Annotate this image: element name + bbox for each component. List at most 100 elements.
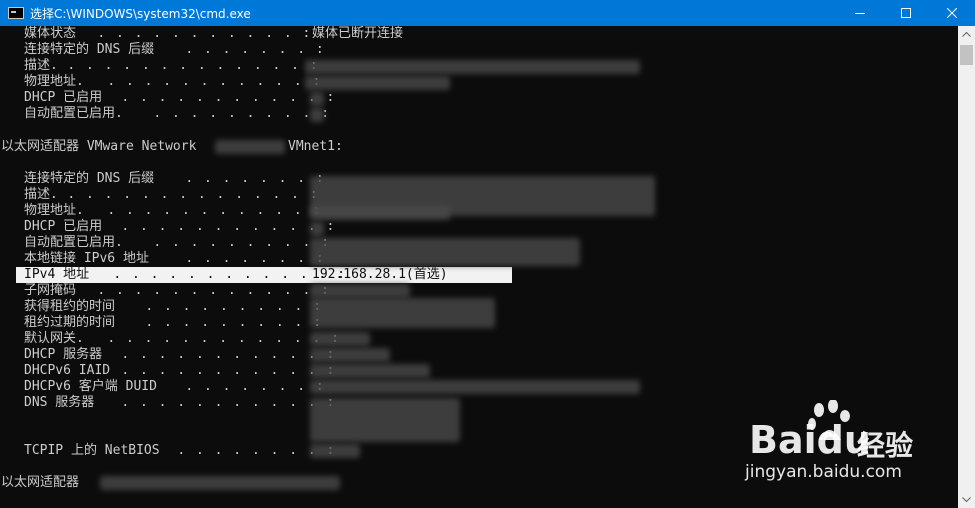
field-label: 本地链接 IPv6 地址 <box>24 251 149 266</box>
field-label: DHCPv6 客户端 DUID <box>24 379 157 394</box>
cmd-icon <box>8 7 24 19</box>
minimize-button[interactable] <box>837 0 883 26</box>
redacted-ipv6 <box>310 238 580 266</box>
console-line: 描述. . . . . . . . . . . . . . : <box>0 58 318 74</box>
redacted-netbios <box>310 444 360 458</box>
field-dots: . . . . . . . : <box>176 171 326 186</box>
field-dots: . . . . . . . . . . . . : <box>88 283 331 298</box>
window-controls <box>837 0 975 26</box>
scroll-thumb[interactable] <box>960 45 973 65</box>
watermark-url: jingyan.baidu.com <box>745 462 902 482</box>
chevron-up-icon <box>962 32 971 37</box>
console-line: DHCP 已启用 . . . . . . . . . . . : <box>0 90 334 106</box>
console-line: 默认网关. . . . . . . . . . . . . : <box>0 331 339 347</box>
redacted-dhcp-server <box>310 348 390 362</box>
field-dots: . . . . . . . . . . . . . : <box>58 58 320 73</box>
field-dots: . . . . . . . . . : <box>136 299 323 314</box>
field-label: DHCP 已启用 <box>24 219 103 234</box>
console-line: 租约过期的时间 . . . . . . . . . : <box>0 315 321 331</box>
adapter-header-text: 以太网适配器 <box>1 475 80 490</box>
redacted-mac <box>305 76 450 90</box>
console-line: 子网掩码 . . . . . . . . . . . . : <box>0 283 329 299</box>
field-dots: . . . . . . . . . . . . . : <box>58 187 320 202</box>
field-dots: . . . . . . . : <box>176 42 326 57</box>
field-dots: . . . . . . . . . : <box>144 235 331 250</box>
redacted-adapter-name <box>215 140 285 154</box>
field-label: 自动配置已启用. <box>24 235 123 250</box>
field-dots: . . . . . . . . . : <box>136 315 323 330</box>
adapter-header-tail: VMnet1: <box>288 139 343 154</box>
console-line: 连接特定的 DNS 后缀 . . . . . . . : <box>0 42 324 58</box>
console-line: 物理地址. . . . . . . . . . . . : <box>0 203 320 219</box>
maximize-icon <box>901 8 911 18</box>
field-label: 连接特定的 DNS 后缀 <box>24 42 155 57</box>
title-bar[interactable]: 选择C:\WINDOWS\system32\cmd.exe <box>0 0 975 26</box>
ipv4-label: IPv4 地址 <box>24 267 90 282</box>
close-icon <box>947 8 957 18</box>
ipv4-dots: . . . . . . . . . . . . : <box>104 267 347 282</box>
redacted-value <box>310 108 324 122</box>
scroll-down-button[interactable] <box>958 491 975 508</box>
redacted-dns <box>310 398 460 442</box>
field-label: 默认网关. <box>24 331 84 346</box>
adapter-header: 以太网适配器 <box>0 475 79 491</box>
field-label: 子网掩码 <box>24 283 77 298</box>
baidu-logo-text: Baidu <box>749 418 871 462</box>
redacted-gateway <box>310 332 370 346</box>
console-line: 自动配置已启用. . . . . . . . . . : <box>0 106 329 122</box>
field-dots: . . . . . . . . . . . . : <box>98 331 341 346</box>
field-label: 自动配置已启用. <box>24 106 123 121</box>
console-line: 自动配置已启用. . . . . . . . . . : <box>0 235 329 251</box>
scroll-up-button[interactable] <box>958 26 975 43</box>
console-line: 连接特定的 DNS 后缀 . . . . . . . : <box>0 171 324 187</box>
redacted-description <box>305 60 640 74</box>
field-label: TCPIP 上的 NetBIOS <box>24 443 160 458</box>
redacted-value <box>310 92 324 106</box>
field-dots: . . . . . . . . . . . : <box>112 363 336 378</box>
console-line: 物理地址. . . . . . . . . . . . : <box>0 74 320 90</box>
field-label: DHCP 服务器 <box>24 347 103 362</box>
console-line: DNS 服务器 . . . . . . . . . . . : <box>0 395 334 411</box>
field-dots: . . . . . . . : <box>176 251 326 266</box>
redacted-subnet <box>310 284 410 298</box>
console-line: DHCPv6 IAID . . . . . . . . . . . : <box>0 363 334 379</box>
redacted-mac <box>310 206 450 220</box>
field-label: DNS 服务器 <box>24 395 95 410</box>
field-dots: . . . . . . . . . . . : <box>88 26 312 41</box>
adapter-header-text: 以太网适配器 VMware Network <box>1 139 197 154</box>
chevron-down-icon <box>962 497 971 502</box>
redacted-value <box>310 222 324 236</box>
redacted-duid <box>310 380 640 394</box>
field-dots: . . . . . . . . . . . : <box>98 74 322 89</box>
field-label: 物理地址. <box>24 203 84 218</box>
minimize-icon <box>855 13 865 14</box>
baidu-jingyan-watermark: Baidu 经验 jingyan.baidu.com <box>745 400 945 490</box>
ipv4-value: 192.168.28.1(首选) <box>312 267 448 282</box>
field-label: 媒体状态 <box>24 26 77 41</box>
field-dots: . . . . . . . : <box>176 379 326 394</box>
console-line: 本地链接 IPv6 地址 . . . . . . . : <box>0 251 324 267</box>
vertical-scrollbar[interactable] <box>958 26 975 508</box>
console-line: DHCP 已启用 . . . . . . . . . . . : <box>0 219 334 235</box>
field-label: 租约过期的时间 <box>24 315 116 330</box>
field-label: 描述. <box>24 58 58 73</box>
field-dots: . . . . . . . . . . . : <box>112 347 336 362</box>
field-dots: . . . . . . . . . . . : <box>112 219 336 234</box>
field-label: 获得租约的时间 <box>24 299 116 314</box>
maximize-button[interactable] <box>883 0 929 26</box>
field-label: 描述. <box>24 187 58 202</box>
redacted-iaid <box>310 364 430 378</box>
field-label: DHCP 已启用 <box>24 90 103 105</box>
console-line: 描述. . . . . . . . . . . . . . : <box>0 187 318 203</box>
close-button[interactable] <box>929 0 975 26</box>
field-label: 连接特定的 DNS 后缀 <box>24 171 155 186</box>
redacted-adapter-name <box>100 476 340 490</box>
console-line: DHCP 服务器 . . . . . . . . . . . : <box>0 347 334 363</box>
adapter-header: 以太网适配器 VMware Network VMnet1: <box>0 139 343 155</box>
console-line: DHCPv6 客户端 DUID . . . . . . . : <box>0 379 324 395</box>
console-line: 获得租约的时间 . . . . . . . . . : <box>0 299 321 315</box>
field-dots: . . . . . . . . . . . : <box>112 90 336 105</box>
field-label: DHCPv6 IAID <box>24 363 111 378</box>
window-title: 选择C:\WINDOWS\system32\cmd.exe <box>30 6 251 21</box>
field-label: 物理地址. <box>24 74 84 89</box>
